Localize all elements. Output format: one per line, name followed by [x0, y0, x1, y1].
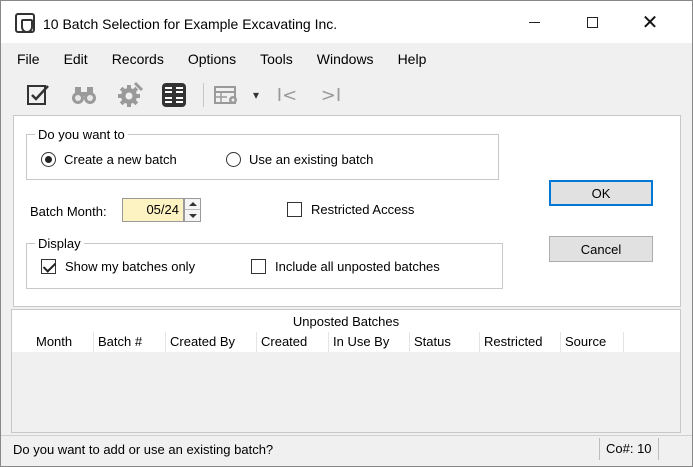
checklist-icon: [27, 85, 49, 105]
menu-tools[interactable]: Tools: [248, 45, 305, 73]
menu-help[interactable]: Help: [386, 45, 439, 73]
batch-option-group-label: Do you want to: [35, 127, 128, 142]
radio-create-new-batch[interactable]: Create a new batch: [41, 152, 177, 167]
minimize-icon: [528, 21, 540, 23]
find-button[interactable]: [67, 81, 101, 109]
spinner-down-button[interactable]: [185, 210, 200, 221]
layout-button[interactable]: [157, 81, 191, 109]
status-message: Do you want to add or use an existing ba…: [13, 442, 274, 457]
chevron-down-icon: [188, 213, 197, 218]
menu-windows[interactable]: Windows: [305, 45, 386, 73]
radio-use-existing-batch-label: Use an existing batch: [249, 152, 374, 167]
minimize-button[interactable]: [505, 1, 563, 43]
checkbox-indicator-checked: [41, 259, 56, 274]
batch-form-panel: Do you want to Create a new batch Use an…: [13, 115, 681, 307]
gear-icon: [118, 81, 144, 107]
grid-column-headers: Month Batch # Created By Created In Use …: [32, 332, 624, 352]
menu-edit[interactable]: Edit: [52, 45, 100, 73]
include-unposted-label: Include all unposted batches: [275, 259, 440, 274]
grid-header: Unposted Batches Month Batch # Created B…: [12, 310, 680, 352]
grid-settings-button[interactable]: [211, 81, 243, 109]
toolbar: ▾ I< >I: [1, 77, 692, 113]
settings-button[interactable]: [113, 81, 147, 109]
radio-use-existing-batch[interactable]: Use an existing batch: [226, 152, 373, 167]
first-record-button[interactable]: I<: [273, 81, 301, 109]
column-batch-number[interactable]: Batch #: [94, 332, 166, 352]
company-indicator: Co#: 10: [599, 438, 659, 460]
maximize-button[interactable]: [563, 1, 621, 43]
radio-create-new-batch-label: Create a new batch: [64, 152, 177, 167]
maximize-icon: [586, 16, 598, 28]
app-icon: [15, 13, 35, 33]
display-group-label: Display: [35, 236, 84, 251]
window-title: 10 Batch Selection for Example Excavatin…: [43, 16, 338, 32]
column-restricted[interactable]: Restricted: [480, 332, 561, 352]
menu-bar: File Edit Records Options Tools Windows …: [1, 45, 692, 73]
spinner-up-button[interactable]: [185, 199, 200, 210]
menu-records[interactable]: Records: [100, 45, 176, 73]
batch-month-label: Batch Month:: [30, 204, 107, 219]
show-my-batches-label: Show my batches only: [65, 259, 196, 274]
batch-month-spinner[interactable]: [184, 198, 201, 222]
chevron-up-icon: [188, 202, 197, 206]
toolbar-separator: [203, 83, 204, 107]
menu-options[interactable]: Options: [176, 45, 248, 73]
cancel-button[interactable]: Cancel: [549, 236, 653, 262]
batch-selection-window: 10 Batch Selection for Example Excavatin…: [0, 0, 693, 467]
unposted-batches-grid: Unposted Batches Month Batch # Created B…: [11, 309, 681, 433]
grid-title: Unposted Batches: [292, 314, 400, 329]
last-record-button[interactable]: >I: [317, 81, 345, 109]
restricted-access-checkbox[interactable]: Restricted Access: [287, 202, 414, 217]
column-created[interactable]: Created: [257, 332, 329, 352]
checkbox-indicator: [251, 259, 266, 274]
first-record-icon: I<: [276, 84, 298, 106]
grid-settings-icon: [214, 86, 237, 104]
close-icon: ✕: [641, 10, 659, 34]
ok-button[interactable]: OK: [549, 180, 653, 206]
menu-file[interactable]: File: [1, 45, 52, 73]
column-source[interactable]: Source: [561, 332, 624, 352]
column-status[interactable]: Status: [410, 332, 480, 352]
radio-indicator-selected: [41, 152, 56, 167]
dropdown-arrow-icon: ▾: [252, 88, 260, 102]
restricted-access-label: Restricted Access: [311, 202, 415, 217]
last-record-icon: >I: [320, 84, 342, 106]
checkbox-indicator: [287, 202, 302, 217]
column-created-by[interactable]: Created By: [166, 332, 257, 352]
column-in-use-by[interactable]: In Use By: [329, 332, 410, 352]
batch-month-input[interactable]: 05/24: [122, 198, 184, 222]
grid-dropdown-button[interactable]: ▾: [247, 81, 265, 109]
title-bar: 10 Batch Selection for Example Excavatin…: [1, 1, 692, 43]
column-month[interactable]: Month: [32, 332, 94, 352]
close-button[interactable]: ✕: [621, 1, 679, 43]
layout-icon: [162, 83, 186, 107]
show-my-batches-checkbox[interactable]: Show my batches only: [41, 259, 195, 274]
include-unposted-checkbox[interactable]: Include all unposted batches: [251, 259, 440, 274]
radio-indicator: [226, 152, 241, 167]
status-bar: Do you want to add or use an existing ba…: [1, 435, 692, 461]
checklist-button[interactable]: [23, 81, 53, 109]
binoculars-icon: [72, 87, 96, 104]
